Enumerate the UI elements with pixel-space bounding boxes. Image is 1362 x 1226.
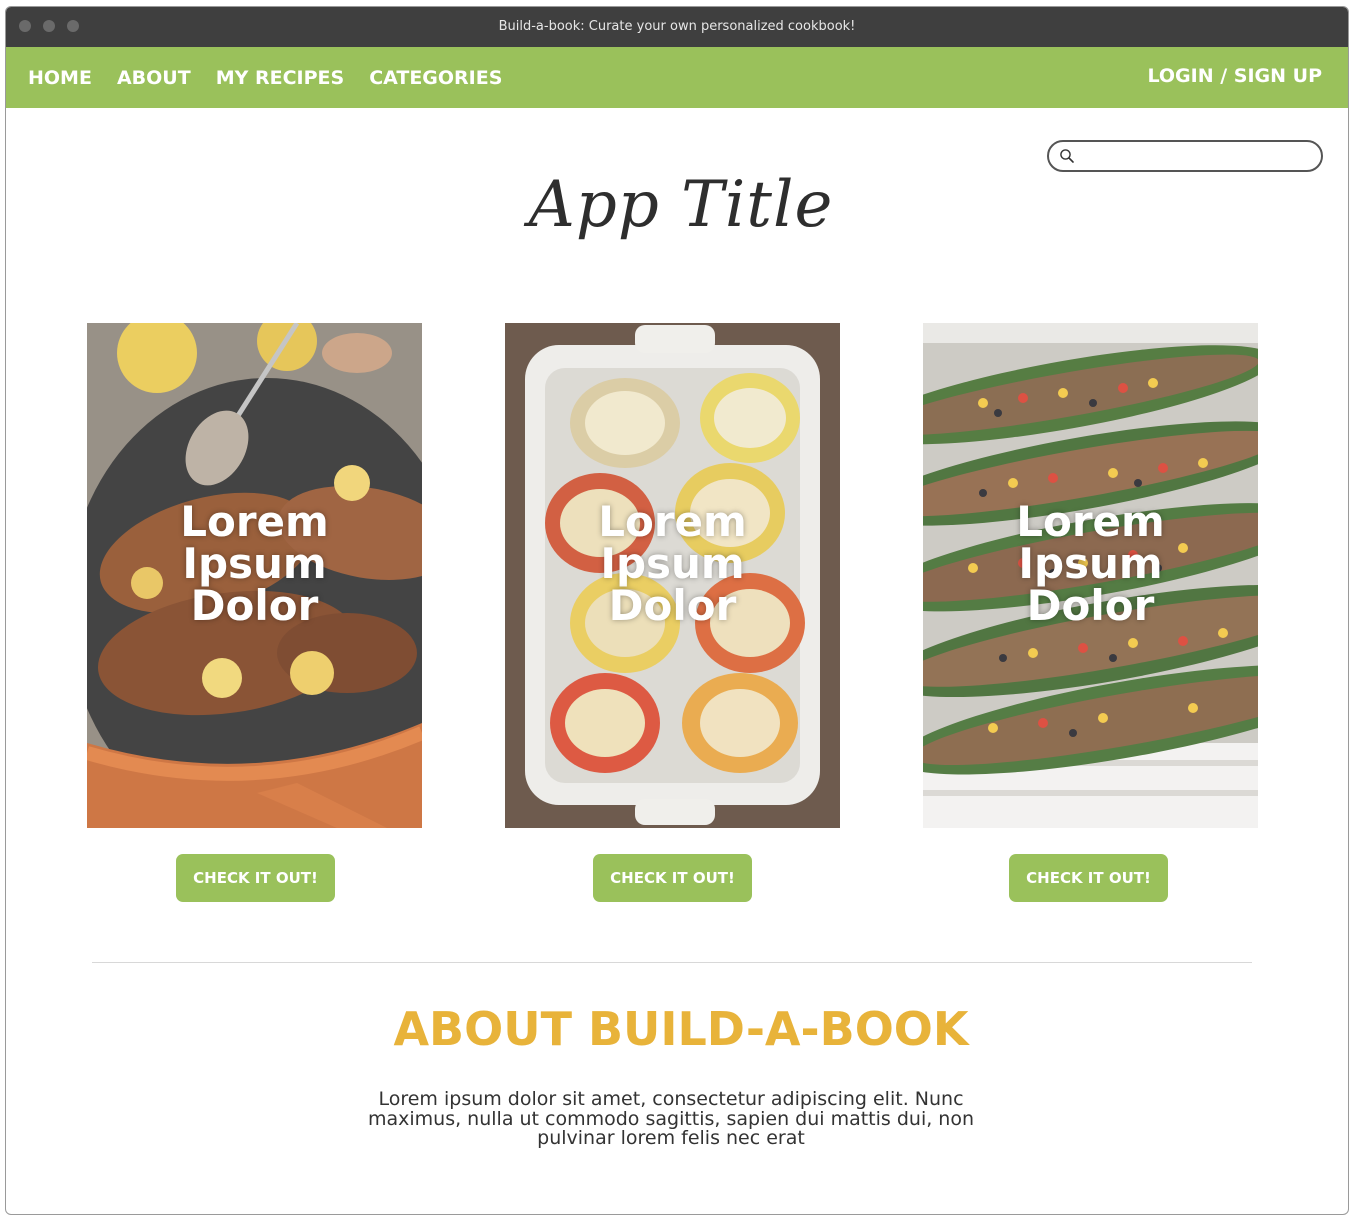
login-signup-link[interactable]: LOGIN / SIGN UP <box>1147 65 1322 87</box>
nav-categories[interactable]: CATEGORIES <box>369 67 502 89</box>
about-body: Lorem ipsum dolor sit amet, consectetur … <box>367 1088 975 1149</box>
card-title: Lorem Ipsum Dolor <box>180 497 329 630</box>
about-heading: ABOUT BUILD-A-BOOK <box>393 1002 969 1056</box>
check-it-out-button[interactable]: CHECK IT OUT! <box>593 854 752 902</box>
top-navbar: HOME ABOUT MY RECIPES CATEGORIES LOGIN /… <box>6 47 1348 108</box>
check-it-out-button[interactable]: CHECK IT OUT! <box>176 854 335 902</box>
window-titlebar: Build-a-book: Curate your own personaliz… <box>6 7 1348 47</box>
card-title: Lorem Ipsum Dolor <box>1016 497 1165 630</box>
recipe-card[interactable]: Lorem Ipsum Dolor <box>505 323 840 828</box>
card-title: Lorem Ipsum Dolor <box>598 497 747 630</box>
section-divider <box>92 962 1252 963</box>
app-title: App Title <box>528 168 834 242</box>
search-icon <box>1060 149 1074 163</box>
window-title: Build-a-book: Curate your own personaliz… <box>498 19 856 34</box>
recipe-card[interactable]: Lorem Ipsum Dolor <box>923 323 1258 828</box>
check-it-out-button[interactable]: CHECK IT OUT! <box>1009 854 1168 902</box>
nav-home[interactable]: HOME <box>28 67 92 89</box>
nav-about[interactable]: ABOUT <box>117 67 191 89</box>
nav-menu: HOME ABOUT MY RECIPES CATEGORIES <box>28 67 502 89</box>
recipe-card[interactable]: Lorem Ipsum Dolor <box>87 323 422 828</box>
nav-my-recipes[interactable]: MY RECIPES <box>216 67 345 89</box>
search-input[interactable] <box>1081 146 1311 168</box>
